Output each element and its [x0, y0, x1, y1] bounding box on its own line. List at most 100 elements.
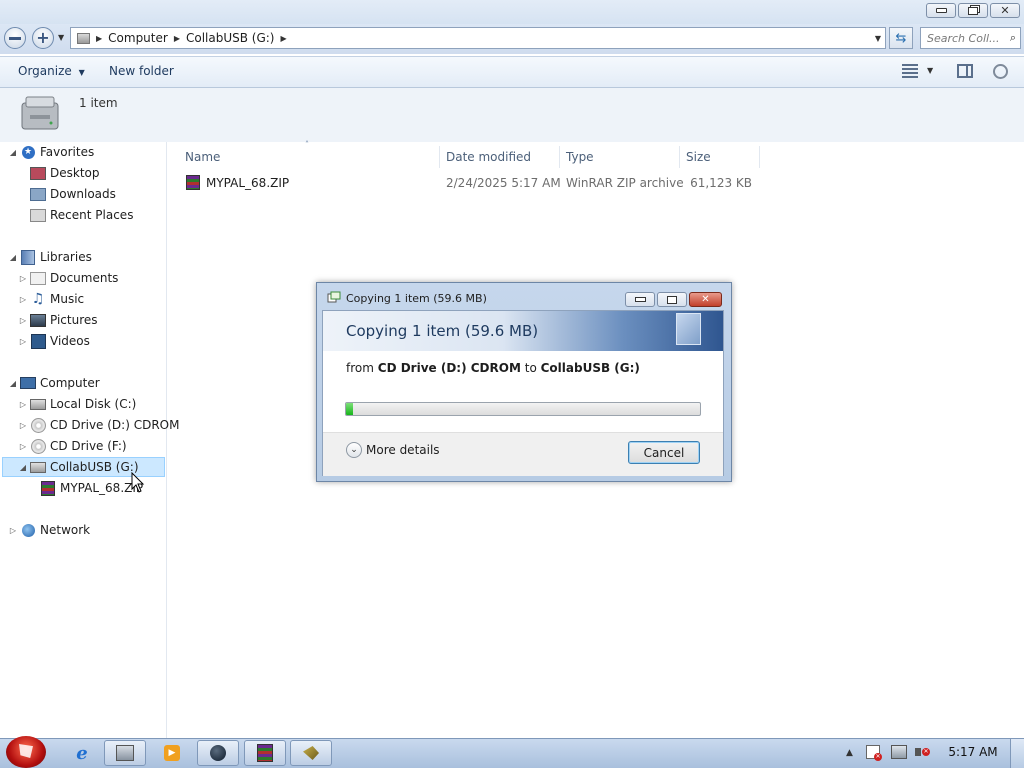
restore-icon	[667, 295, 677, 304]
view-dropdown-icon[interactable]: ▼	[927, 66, 933, 75]
taskbar-explorer[interactable]	[104, 740, 146, 766]
expand-arrow-icon[interactable]: ◢	[18, 463, 28, 472]
expand-arrow-icon[interactable]: ◢	[8, 253, 18, 262]
copy-source-destination: from CD Drive (D:) CDROM to CollabUSB (G…	[346, 361, 640, 375]
collapse-arrow-icon[interactable]: ▷	[18, 295, 28, 304]
minimize-button[interactable]	[926, 3, 956, 18]
file-name[interactable]: MYPAL_68.ZIP	[206, 175, 289, 191]
new-folder-button[interactable]: New folder	[109, 64, 174, 78]
nav-mypal-zip[interactable]: MYPAL_68.ZIP	[38, 478, 143, 498]
collapse-arrow-icon[interactable]: ▷	[18, 337, 28, 346]
destination-link[interactable]: CollabUSB (G:)	[541, 361, 640, 375]
more-details-toggle[interactable]: ⌄ More details	[346, 442, 440, 458]
restore-button[interactable]	[958, 3, 988, 18]
winrar-archive-icon	[186, 175, 200, 190]
internet-explorer-icon: e	[76, 742, 88, 764]
refresh-button[interactable]: ⇆	[889, 27, 913, 49]
column-header-date-modified[interactable]: Date modified	[440, 146, 560, 168]
taskbar-media-player[interactable]: ▶	[151, 740, 193, 766]
nav-network[interactable]: ▷ Network	[8, 520, 90, 540]
nav-computer[interactable]: ◢ Computer	[8, 373, 100, 393]
minimize-icon	[935, 8, 947, 13]
column-header-type[interactable]: Type	[560, 146, 680, 168]
collapse-arrow-icon[interactable]: ▷	[18, 442, 28, 451]
expand-arrow-icon[interactable]: ◢	[8, 379, 18, 388]
pictures-icon	[30, 313, 46, 327]
nav-favorites[interactable]: ◢ ★ Favorites	[8, 142, 94, 162]
preview-pane-icon[interactable]	[957, 64, 973, 78]
recent-pages-dropdown-icon[interactable]: ▼	[58, 33, 64, 42]
nav-local-disk-c[interactable]: ▷ Local Disk (C:)	[18, 394, 136, 414]
item-count: 1 item	[79, 96, 118, 110]
libraries-icon	[20, 249, 36, 265]
expand-arrow-icon[interactable]: ◢	[8, 148, 18, 157]
winrar-archive-icon	[40, 480, 56, 496]
address-dropdown-icon[interactable]: ▼	[875, 34, 885, 43]
more-details-label: More details	[366, 443, 440, 457]
documents-icon	[30, 271, 46, 285]
column-header-size[interactable]: Size	[680, 146, 760, 168]
chevron-down-icon: ▼	[78, 68, 85, 77]
show-hidden-icons-icon[interactable]: ▲	[846, 748, 853, 758]
progress-fill	[346, 403, 354, 415]
organize-button[interactable]: Organize ▼	[18, 64, 85, 78]
taskbar-internet-explorer[interactable]: e	[61, 740, 103, 766]
search-input[interactable]: Search Coll... ⌕	[920, 27, 1021, 49]
favorites-star-icon: ★	[20, 145, 36, 159]
cd-drive-icon	[30, 438, 46, 454]
refresh-icon: ⇆	[895, 30, 907, 46]
nav-cd-drive-d[interactable]: ▷ CD Drive (D:) CDROM	[18, 415, 179, 435]
network-tray-icon[interactable]	[891, 745, 907, 759]
mouse-cursor-icon	[131, 471, 145, 494]
show-desktop-button[interactable]	[1010, 739, 1024, 768]
dialog-heading: Copying 1 item (59.6 MB)	[346, 322, 539, 340]
volume-muted-icon[interactable]: ✕	[915, 745, 931, 759]
view-options-icon[interactable]	[902, 64, 918, 78]
collapse-arrow-icon[interactable]: ▷	[8, 526, 18, 535]
breadcrumb-collabusb[interactable]: CollabUSB (G:)	[182, 31, 279, 45]
taskbar-app[interactable]	[290, 740, 332, 766]
collapse-arrow-icon[interactable]: ▷	[18, 316, 28, 325]
dialog-minimize-button[interactable]	[625, 292, 655, 307]
breadcrumb-separator-icon: ▶	[173, 33, 180, 43]
media-player-icon: ▶	[164, 745, 180, 761]
help-icon[interactable]	[993, 64, 1008, 79]
column-header-name[interactable]: Name	[179, 146, 440, 168]
start-button[interactable]	[6, 736, 46, 768]
close-button[interactable]: ✕	[990, 3, 1020, 18]
breadcrumb-computer[interactable]: Computer	[104, 31, 172, 45]
taskbar-mypal[interactable]	[197, 740, 239, 766]
nav-videos[interactable]: ▷ Videos	[18, 331, 90, 351]
nav-documents[interactable]: ▷ Documents	[18, 268, 119, 288]
taskbar-clock[interactable]: 5:17 AM	[944, 745, 1002, 759]
forward-button[interactable]: +	[32, 27, 54, 49]
nav-pictures[interactable]: ▷ Pictures	[18, 310, 98, 330]
source-link[interactable]: CD Drive (D:) CDROM	[378, 361, 521, 375]
from-label: from	[346, 361, 374, 375]
details-bar	[0, 88, 1024, 142]
nav-recent-places[interactable]: Recent Places	[28, 205, 133, 225]
collapse-arrow-icon[interactable]: ▷	[18, 274, 28, 283]
cancel-button[interactable]: Cancel	[628, 441, 700, 464]
nav-libraries[interactable]: ◢ Libraries	[8, 247, 92, 267]
taskbar-winrar[interactable]	[244, 740, 286, 766]
chevron-down-circle-icon: ⌄	[346, 442, 362, 458]
dialog-close-button[interactable]: ✕	[689, 292, 722, 307]
dialog-restore-button[interactable]	[657, 292, 687, 307]
computer-icon	[20, 376, 36, 390]
breadcrumb-separator-icon: ▶	[96, 33, 103, 43]
hard-drive-icon	[30, 397, 46, 411]
nav-music[interactable]: ▷ ♫ Music	[18, 289, 84, 309]
nav-cd-drive-f[interactable]: ▷ CD Drive (F:)	[18, 436, 127, 456]
forward-icon: +	[36, 28, 50, 47]
collapse-arrow-icon[interactable]: ▷	[18, 400, 28, 409]
address-bar[interactable]: ▶ Computer ▶ CollabUSB (G:) ▶ ▼	[70, 27, 886, 49]
action-center-icon[interactable]: ✕	[866, 745, 882, 761]
back-button[interactable]	[4, 27, 26, 49]
nav-downloads[interactable]: Downloads	[28, 184, 116, 204]
collapse-arrow-icon[interactable]: ▷	[18, 421, 28, 430]
nav-desktop[interactable]: Desktop	[28, 163, 100, 183]
winrar-icon	[257, 744, 273, 762]
mypal-icon	[210, 745, 226, 761]
downloads-icon	[30, 187, 46, 201]
